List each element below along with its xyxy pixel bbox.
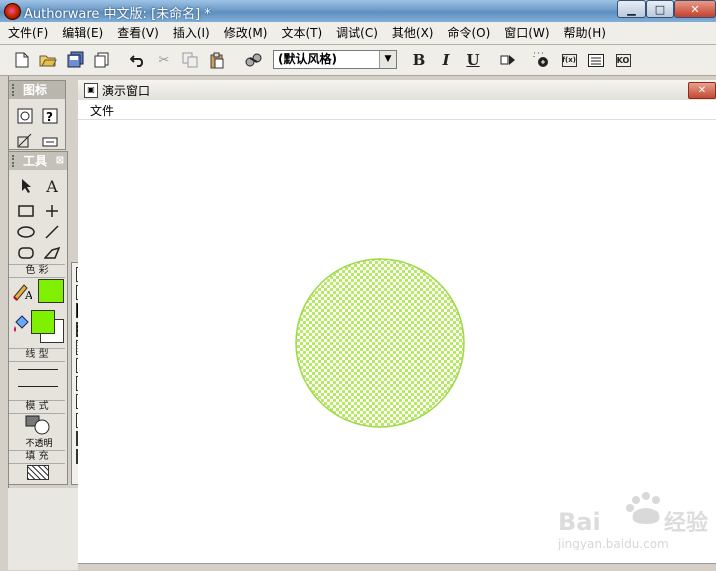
close-button[interactable]: ✕ [674,0,716,18]
ellipse-tool-icon[interactable] [16,223,36,241]
text-tool-icon[interactable]: A [42,177,62,196]
decision-icon[interactable]: ? [40,107,60,125]
menu-file[interactable]: 文件(F) [0,22,55,44]
functions-icon[interactable]: f(x) [559,50,579,70]
pointer-tool-icon[interactable] [16,177,36,195]
color-section-label: 色 彩 [9,264,65,278]
maximize-button[interactable]: □ [646,0,674,18]
italic-button[interactable]: I [436,50,456,70]
underline-button[interactable]: U [463,50,483,70]
copy-icon[interactable] [180,50,200,70]
knowledge-objects-icon[interactable]: KO [613,50,633,70]
mode-section-label: 模 式 [9,400,65,414]
fill-bucket-icon[interactable] [11,315,31,333]
fill-section-label: 填 充 [9,450,65,464]
new-file-icon[interactable] [12,50,32,70]
diagonal-line-tool-icon[interactable] [42,223,62,241]
menu-help[interactable]: 帮助(H) [557,22,613,44]
cut-icon[interactable]: ✂ [154,50,174,70]
patterned-circle[interactable] [295,258,465,428]
mode-value: 不透明 [25,439,53,449]
line-color-pencil-icon[interactable]: A [12,282,32,301]
style-select[interactable]: (默认风格) ▼ [273,50,397,69]
menu-text[interactable]: 文本(T) [274,22,329,44]
main-toolbar: ✂ (默认风格) ▼ B I U f(x) KO [0,45,716,76]
rectangle-tool-icon[interactable] [16,202,36,220]
grip-handle[interactable] [12,84,17,96]
window-title: Authorware 中文版: [未命名] * [24,7,211,22]
presentation-window-titlebar[interactable]: ▣ 演示窗口 ✕ [78,80,716,101]
menu-edit[interactable]: 编辑(E) [55,22,110,44]
icons-palette-title[interactable]: 图标 [9,81,65,99]
variables-icon[interactable] [586,50,606,70]
baidu-jingyan-watermark: Bai 经验 jingyan.baidu.com [556,490,716,551]
open-folder-icon[interactable] [38,50,58,70]
tools-palette: 工具 ⊠ A 色 彩 A 线 型 模 式 不透明 填 充 [8,151,68,485]
presentation-menu-bar: 文件 [78,100,716,120]
grip-handle[interactable] [12,155,17,167]
bold-button[interactable]: B [409,50,429,70]
undo-icon[interactable] [128,50,148,70]
presentation-menu-file[interactable]: 文件 [90,102,114,119]
menu-bar: 文件(F) 编辑(E) 查看(V) 插入(I) 修改(M) 文本(T) 调试(C… [0,22,716,45]
control-panel-icon[interactable] [531,50,551,70]
menu-modify[interactable]: 修改(M) [217,22,275,44]
rounded-rectangle-tool-icon[interactable] [16,244,36,262]
line-style-option[interactable] [18,386,58,387]
presentation-window-icon: ▣ [84,83,98,98]
foreground-color-swatch[interactable] [31,310,55,334]
find-icon[interactable] [243,50,263,70]
chevron-down-icon[interactable]: ▼ [379,51,396,68]
fill-pattern-selector[interactable] [27,465,49,480]
run-icon[interactable] [498,50,518,70]
dock-background [8,488,78,570]
menu-view[interactable]: 查看(V) [110,22,166,44]
style-select-value: (默认风格) [278,52,337,66]
close-icon[interactable]: ⊠ [56,152,64,170]
line-style-thin[interactable] [18,369,58,370]
svg-text:经验: 经验 [664,510,708,536]
interaction-icon[interactable] [15,131,35,149]
icons-palette: 图标 ? [8,80,66,150]
line-color-swatch[interactable] [38,279,64,303]
menu-commands[interactable]: 命令(O) [440,22,497,44]
svg-text:jingyan.baidu.com: jingyan.baidu.com [557,537,669,550]
menu-debug[interactable]: 调试(C) [329,22,385,44]
menu-window[interactable]: 窗口(W) [497,22,556,44]
svg-text:A: A [24,289,32,301]
import-icon[interactable] [92,50,112,70]
straight-line-tool-icon[interactable] [42,202,62,220]
app-icon [4,3,21,20]
line-style-section-label: 线 型 [9,348,65,362]
menu-other[interactable]: 其他(X) [385,22,441,44]
display-icon[interactable] [40,133,60,151]
window-titlebar[interactable]: Authorware 中文版: [未命名] * ▁ □ ✕ [0,0,716,22]
minimize-button[interactable]: ▁ [617,0,646,18]
polygon-tool-icon[interactable] [42,244,62,262]
svg-text:Bai: Bai [558,508,601,536]
svg-text:?: ? [46,110,53,124]
paste-icon[interactable] [207,50,227,70]
presentation-close-button[interactable]: ✕ [688,82,716,99]
presentation-window-title: 演示窗口 [102,84,151,98]
tools-palette-title[interactable]: 工具 ⊠ [9,152,67,170]
menu-insert[interactable]: 插入(I) [166,22,217,44]
save-all-icon[interactable] [66,50,86,70]
calculation-icon[interactable] [15,107,35,125]
